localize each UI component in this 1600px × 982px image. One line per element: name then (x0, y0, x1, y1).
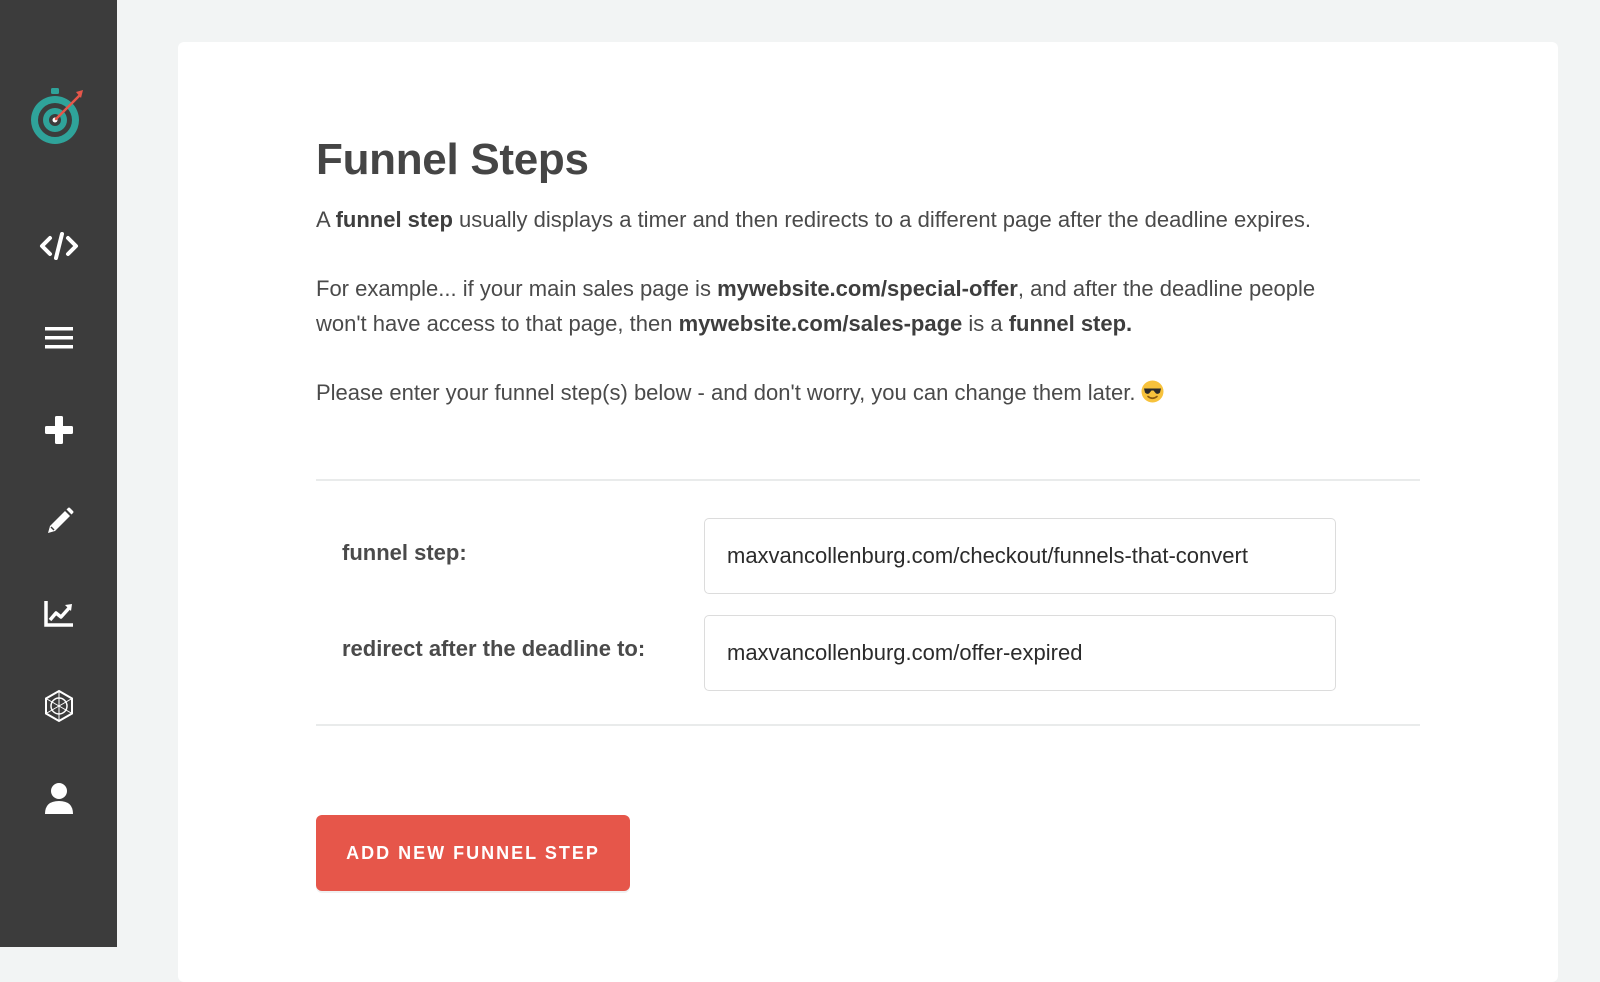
example-text-2: , and after the deadline people (1017, 276, 1316, 301)
intro-paragraph: A funnel step usually displays a timer a… (316, 202, 1311, 237)
funnel-step-input[interactable] (704, 518, 1336, 594)
plus-icon[interactable] (34, 410, 84, 450)
divider-bottom (316, 724, 1420, 726)
intro-text-a: A (316, 207, 336, 232)
menu-icon[interactable] (34, 318, 84, 358)
example-paragraph-line2: won't have access to that page, then myw… (316, 306, 1132, 341)
integrations-icon[interactable] (34, 686, 84, 726)
example-text-3: won't have access to that page, then (316, 311, 679, 336)
sunglasses-emoji-icon (1141, 378, 1164, 403)
user-icon[interactable] (34, 778, 84, 818)
example-paragraph-line1: For example... if your main sales page i… (316, 271, 1315, 306)
prompt-paragraph: Please enter your funnel step(s) below -… (316, 375, 1164, 410)
intro-text-rest: usually displays a timer and then redire… (452, 207, 1312, 232)
prompt-text: Please enter your funnel step(s) below -… (316, 380, 1136, 405)
example-url-2: mywebsite.com/sales-page (678, 311, 963, 336)
sidebar (0, 0, 117, 947)
chart-icon[interactable] (34, 594, 84, 634)
pencil-icon[interactable] (34, 502, 84, 542)
funnel-steps-card: Funnel Steps A funnel step usually displ… (178, 42, 1558, 982)
intro-term: funnel step (335, 207, 453, 232)
divider-top (316, 479, 1420, 481)
example-url-1: mywebsite.com/special-offer (717, 276, 1018, 301)
add-new-funnel-step-button[interactable]: ADD NEW FUNNEL STEP (316, 815, 630, 891)
page-title: Funnel Steps (316, 135, 589, 184)
stopwatch-target-logo[interactable] (25, 86, 87, 148)
redirect-label: redirect after the deadline to: (342, 636, 646, 661)
redirect-url-input[interactable] (704, 615, 1336, 691)
example-text-4: is a (962, 311, 1009, 336)
example-text-1: For example... if your main sales page i… (316, 276, 718, 301)
example-term: funnel step. (1008, 311, 1133, 336)
code-icon[interactable] (34, 226, 84, 266)
funnel-step-label: funnel step: (342, 540, 467, 565)
